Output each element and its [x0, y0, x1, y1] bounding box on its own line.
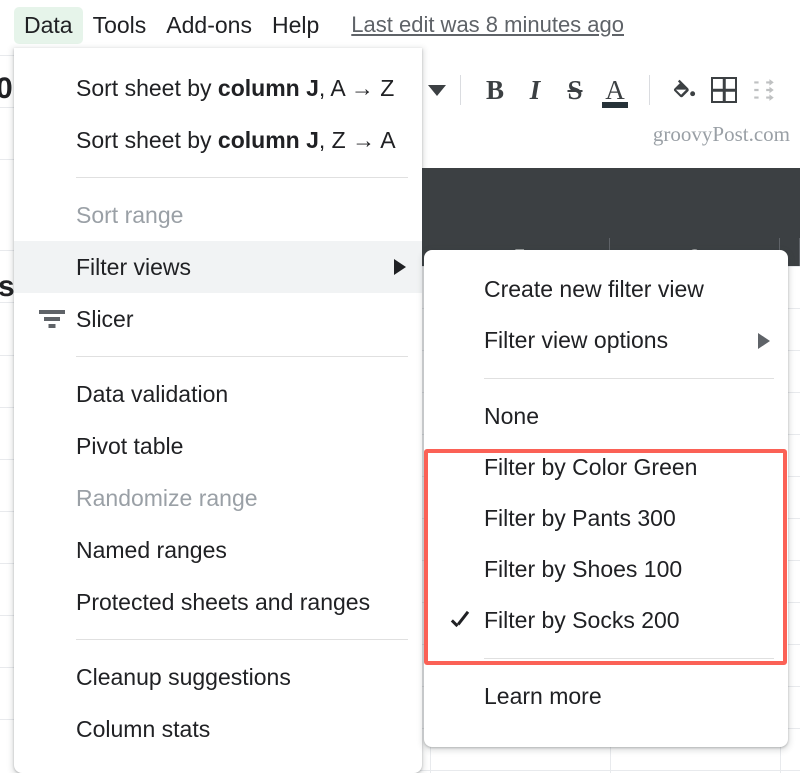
fill-color-button[interactable] [664, 70, 704, 110]
menu-item-sort-range: Sort range [14, 189, 422, 241]
watermark: groovyPost.com [652, 122, 790, 146]
font-size-dropdown-caret[interactable] [428, 84, 446, 96]
data-dropdown-menu: Sort sheet by column J, A → Z Sort sheet … [14, 48, 422, 773]
text-color-letter: A [605, 74, 625, 105]
menu-item-label: Sort sheet by column J, A → Z [76, 74, 395, 101]
menu-item-label: Cleanup suggestions [76, 663, 291, 690]
submenu-item-label: Filter by Shoes 100 [484, 556, 683, 582]
menu-item-label: Slicer [76, 305, 134, 332]
menubar-item-help[interactable]: Help [262, 7, 329, 44]
cell-fragment-s: s [0, 272, 15, 302]
menubar-item-data[interactable]: Data [14, 6, 83, 44]
menubar-item-tools[interactable]: Tools [83, 7, 157, 44]
menu-bar: Data Tools Add-ons Help Last edit was 8 … [0, 0, 800, 50]
borders-grid-icon [711, 77, 737, 103]
menu-item-label-emphasis: column J [217, 74, 319, 101]
text-color-swatch [602, 102, 628, 108]
menu-item-slicer[interactable]: Slicer [14, 293, 422, 345]
menu-item-sort-sheet-az[interactable]: Sort sheet by column J, A → Z [14, 62, 422, 114]
submenu-separator-1 [484, 378, 774, 379]
submenu-item-filter-view-none[interactable]: None [424, 391, 788, 442]
submenu-item-filter-view-shoes-100[interactable]: Filter by Shoes 100 [424, 544, 788, 595]
menu-item-protected-sheets-and-ranges[interactable]: Protected sheets and ranges [14, 576, 422, 628]
menu-item-label: Sort sheet by column J, Z → A [76, 126, 396, 153]
submenu-item-learn-more[interactable]: Learn more [424, 671, 788, 722]
cell-fragment-zero: 0 [0, 74, 13, 104]
filter-views-submenu: Create new filter view Filter view option… [424, 250, 788, 747]
menu-item-label: Sort range [76, 201, 184, 228]
menu-item-randomize-range: Randomize range [14, 472, 422, 524]
menu-item-pivot-table[interactable]: Pivot table [14, 420, 422, 472]
slicer-icon-slot [28, 309, 76, 329]
menu-item-named-ranges[interactable]: Named ranges [14, 524, 422, 576]
text-color-button[interactable]: A [595, 70, 635, 110]
submenu-item-label: Create new filter view [484, 276, 704, 302]
submenu-item-filter-view-options[interactable]: Filter view options [424, 315, 788, 366]
submenu-item-filter-view-pants-300[interactable]: Filter by Pants 300 [424, 493, 788, 544]
menu-item-sort-sheet-za[interactable]: Sort sheet by column J, Z → A [14, 114, 422, 166]
check-icon-slot [438, 609, 484, 633]
menu-item-cleanup-suggestions[interactable]: Cleanup suggestions [14, 651, 422, 703]
submenu-item-filter-view-socks-200[interactable]: Filter by Socks 200 [424, 595, 788, 646]
submenu-item-label: None [484, 403, 539, 429]
screenshot-root: FG 0 P s B I S A [0, 0, 800, 773]
menu-separator-1 [76, 177, 408, 178]
toolbar-divider [460, 75, 461, 105]
submenu-item-label: Filter by Color Green [484, 454, 698, 480]
submenu-separator-2 [484, 658, 774, 659]
menu-item-data-validation[interactable]: Data validation [14, 368, 422, 420]
menu-item-column-stats[interactable]: Column stats [14, 703, 422, 755]
toolbar-divider-2 [649, 75, 650, 105]
last-edit-status[interactable]: Last edit was 8 minutes ago [351, 12, 624, 38]
slicer-icon [39, 309, 65, 329]
menu-item-label: Randomize range [76, 484, 258, 511]
menubar-item-add-ons[interactable]: Add-ons [156, 7, 262, 44]
submenu-item-label: Filter view options [484, 327, 669, 353]
text-wrap-button[interactable] [744, 70, 784, 110]
menu-item-label: Protected sheets and ranges [76, 588, 371, 615]
italic-button[interactable]: I [515, 70, 555, 110]
submenu-item-label: Learn more [484, 683, 602, 709]
menu-item-filter-views[interactable]: Filter views [14, 241, 422, 293]
menu-item-label: Pivot table [76, 432, 184, 459]
submenu-item-filter-view-color-green[interactable]: Filter by Color Green [424, 442, 788, 493]
menu-item-label-emphasis: column J [217, 126, 319, 153]
chevron-right-icon [758, 332, 770, 349]
submenu-item-create-new-filter-view[interactable]: Create new filter view [424, 264, 788, 315]
submenu-item-label: Filter by Pants 300 [484, 505, 676, 531]
menu-separator-2 [76, 356, 408, 357]
submenu-item-label: Filter by Socks 200 [484, 607, 680, 633]
strikethrough-button[interactable]: S [555, 70, 595, 110]
menu-item-label: Column stats [76, 715, 211, 742]
menu-item-label: Filter views [76, 253, 192, 280]
borders-button[interactable] [704, 70, 744, 110]
menu-separator-3 [76, 639, 408, 640]
formatting-toolbar: B I S A [420, 62, 800, 118]
bold-button[interactable]: B [475, 70, 515, 110]
check-icon [449, 609, 473, 633]
menu-item-label: Data validation [76, 380, 229, 407]
menu-item-label: Named ranges [76, 536, 227, 563]
chevron-right-icon [394, 259, 406, 275]
